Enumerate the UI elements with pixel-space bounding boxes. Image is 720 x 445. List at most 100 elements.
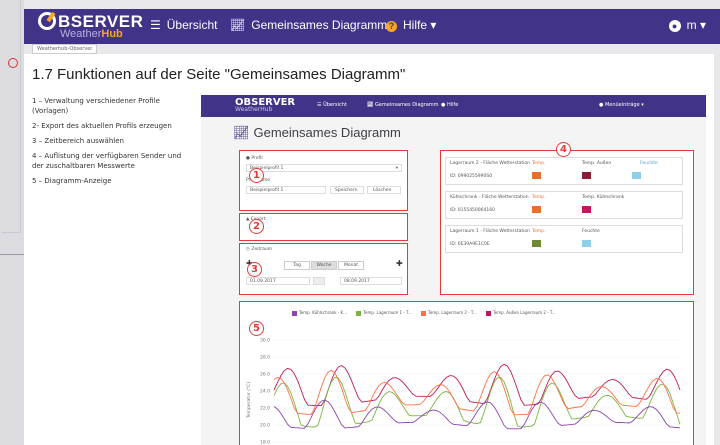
nav-chart[interactable]: 📈︎ Gemeinsames Diagramm — [230, 18, 387, 32]
documentation-page: 1.7 Funktionen auf der Seite "Gemeinsame… — [24, 54, 714, 445]
inner-logo: OBSERVER WeatherHub — [235, 97, 296, 113]
inner-nav-chart: 📈︎ Gemeinsames Diagramm — [367, 102, 439, 108]
measure-label: Feuchte — [640, 161, 658, 166]
feature-item: 2- Export des aktuellen Profils erzeugen — [32, 122, 172, 130]
legend-swatch — [292, 310, 297, 316]
measure-label: Feuchte — [582, 229, 600, 234]
help-icon: ? — [386, 21, 397, 32]
time-range-label: ◷ Zeitraum — [246, 247, 273, 252]
measure-label: Temp. — [532, 195, 546, 200]
y-tick-label: 28.0 — [260, 355, 270, 361]
user-icon: ● — [668, 20, 681, 32]
y-axis-label: Temperatur (°C) — [246, 382, 252, 419]
sensor-panel: Lagerraum 2 - Fläche Wetterstation ID: 09… — [440, 150, 694, 295]
app-logo[interactable]: BSERVER WeatherHub — [38, 10, 143, 43]
sensor-id: ID: 0155450064160 — [450, 208, 495, 213]
feature-list: 1 – Verwaltung verschiedener Profile (Vo… — [32, 96, 192, 191]
line-chart-icon: 📈︎ — [230, 18, 246, 32]
callout-badge-4: 4 — [556, 142, 571, 157]
range-next-button: ✚ — [396, 259, 403, 268]
feature-item: 5 – Diagramm-Anzeige — [32, 177, 112, 185]
sensor-row: Lagerraum 2 - Fläche Wetterstation ID: 09… — [445, 157, 683, 185]
page-title: 1.7 Funktionen auf der Seite "Gemeinsame… — [32, 66, 406, 83]
temperature-chart: 30.0 28.0 26.0 24.0 22.0 20.0 18.0 Temperatur (… — [246, 338, 681, 445]
y-tick-label: 20.0 — [260, 423, 270, 429]
sensor-row: Kühlschrank - Fläche Wetterstation ID: 01… — [445, 191, 683, 219]
logo-sub-text: WeatherHub — [60, 28, 123, 40]
logo-o-icon — [38, 12, 56, 30]
y-tick-label: 30.0 — [260, 338, 270, 344]
nav-help[interactable]: ? Hilfe ▾ — [386, 18, 436, 32]
chart-panel: Temp. Kühlschrank - K... Temp. Lagerraum… — [239, 301, 694, 445]
calendar-icon — [313, 277, 325, 285]
profile-label: ● Profil — [246, 156, 263, 161]
legend-swatch — [356, 310, 362, 316]
save-profile-button: Speichern — [330, 186, 364, 194]
chart-legend: Temp. Kühlschrank - K... Temp. Lagerraum… — [284, 310, 556, 316]
measure-label: Temp. Kühlschrank — [582, 195, 625, 200]
breadcrumb[interactable]: Weatherhub-Observer — [32, 44, 98, 54]
color-swatch — [582, 206, 591, 213]
user-menu[interactable]: ● m ▾ — [668, 18, 706, 32]
y-tick-label: 26.0 — [260, 372, 270, 378]
nav-overview[interactable]: ☰ Übersicht — [150, 18, 217, 32]
y-tick-label: 22.0 — [260, 406, 270, 412]
color-swatch — [532, 206, 541, 213]
callout-badge-5: 5 — [249, 321, 264, 336]
feature-item: 1 – Verwaltung verschiedener Profile (Vo… — [32, 97, 160, 115]
sensor-name: Lagerraum 1 - Fläche Wetterstation — [450, 229, 530, 234]
measure-label: Temp. — [532, 229, 546, 234]
callout-badge-2: 2 — [249, 219, 264, 234]
export-panel: ▲ Export ▣ PDF — [239, 213, 408, 241]
callout-badge-3: 3 — [247, 262, 262, 277]
color-swatch — [532, 240, 541, 247]
background-page-left — [0, 0, 24, 445]
inner-nav-overview: ☰ Übersicht — [317, 102, 347, 108]
sensor-id: ID: 0990255990S0 — [450, 174, 493, 179]
series-line — [273, 399, 681, 430]
color-swatch — [532, 172, 541, 179]
y-tick-label: 18.0 — [260, 440, 270, 445]
date-to-field: 08.09.2017 — [340, 277, 402, 285]
color-swatch — [582, 172, 591, 179]
measure-label: Temp. Außen — [582, 161, 612, 166]
feature-item: 3 – Zeitbereich auswählen — [32, 137, 124, 145]
range-day: Tag — [284, 261, 310, 270]
color-swatch — [632, 172, 641, 179]
sensor-name: Kühlschrank - Fläche Wetterstation — [450, 195, 529, 200]
range-week: Woche — [311, 261, 337, 270]
inner-user-menu: ● Menüeinträge ▾ — [599, 102, 644, 108]
profile-panel: ● Profil Beispielprofil 1▾ Profilname Be… — [239, 150, 408, 211]
sensor-row: Lagerraum 1 - Fläche Wetterstation ID: 0E… — [445, 225, 683, 253]
legend-label: Temp. Außen Lagerraum 2 - T... — [493, 310, 556, 315]
legend-swatch — [486, 310, 491, 316]
sensor-id: ID: 0E39A9E1C0E — [450, 242, 490, 247]
legend-label: Temp. Kühlschrank - K... — [299, 310, 347, 315]
inner-page-title: 📈︎ Gemeinsames Diagramm — [233, 125, 401, 140]
y-tick-label: 24.0 — [260, 389, 270, 395]
background-divider — [0, 254, 24, 255]
profile-name-field: Beispielprofil 1 — [246, 186, 326, 194]
series-line — [273, 363, 681, 407]
color-swatch — [582, 240, 591, 247]
inner-navbar: OBSERVER WeatherHub ☰ Übersicht 📈︎ Gemein… — [201, 95, 706, 117]
feature-item: 4 – Auflistung der verfügbaren Sender un… — [32, 152, 182, 170]
background-frame — [2, 0, 21, 233]
range-month: Monat — [338, 261, 364, 270]
sensor-name: Lagerraum 2 - Fläche Wetterstation — [450, 161, 530, 166]
embedded-screenshot: OBSERVER WeatherHub ☰ Übersicht 📈︎ Gemein… — [201, 95, 706, 445]
legend-label: Temp. Lagerraum 1 - T... — [363, 310, 412, 315]
inner-nav-help: ● Hilfe — [441, 102, 459, 108]
legend-label: Temp. Lagerraum 2 - T... — [428, 310, 477, 315]
legend-swatch — [421, 310, 427, 316]
callout-badge-1: 1 — [249, 168, 264, 183]
date-from-field: 01.09.2017 — [246, 277, 310, 285]
delete-profile-button: Löschen — [367, 186, 401, 194]
background-mark — [8, 58, 18, 68]
top-navbar: BSERVER WeatherHub ☰ Übersicht 📈︎ Gemeinsa… — [24, 9, 720, 44]
measure-label: Temp. — [532, 161, 546, 166]
list-icon: ☰ — [150, 18, 161, 32]
line-chart-icon: 📈︎ — [233, 125, 250, 140]
time-range-panel: ◷ Zeitraum ✚ Tag Woche Monat ✚ 01.09.201… — [239, 243, 408, 295]
profile-select: Beispielprofil 1 ▾ — [246, 164, 402, 172]
